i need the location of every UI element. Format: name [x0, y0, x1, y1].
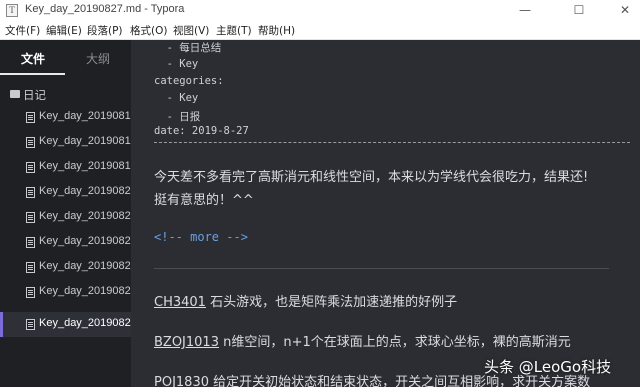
sidebar: 文件 大纲 日记 Key_day_20190817 Key_day_201908… [0, 40, 131, 387]
title-bar: T Key_day_20190827.md - Typora — ☐ ✕ [0, 0, 640, 21]
paragraph-line: 挺有意思的！^^ [154, 193, 254, 208]
problem-desc: 石头游戏，也是矩阵乘法加速递推的好例子 [205, 295, 458, 310]
scrollbar[interactable] [632, 40, 640, 387]
minimize-button[interactable]: — [502, 0, 548, 21]
front-matter-line: categories: [154, 75, 224, 87]
problem-desc: n维空间，n+1个在球面上的点，求球心坐标，裸的高斯消元 [218, 335, 571, 350]
document-icon [26, 237, 35, 248]
file-item[interactable]: Key_day_20190826 [0, 280, 131, 305]
menu-theme[interactable]: 主题(T) [216, 23, 252, 38]
more-comment: <!-- more --> [154, 230, 248, 244]
document-icon [26, 162, 35, 173]
file-name: Key_day_20190820 [39, 185, 131, 197]
document-icon [26, 187, 35, 198]
document-icon [26, 137, 35, 148]
menu-format[interactable]: 格式(O) [130, 23, 167, 38]
front-matter-line: - Key [154, 92, 199, 104]
file-item[interactable]: Key_day_20190821 [0, 205, 131, 230]
front-matter-line: - 日报 [154, 111, 201, 123]
file-name: Key_day_20190821 [39, 210, 131, 222]
menu-paragraph[interactable]: 段落(P) [87, 23, 123, 38]
problem-link[interactable]: CH3401 [154, 295, 206, 310]
file-item[interactable]: Key_day_20190820 [0, 180, 131, 205]
file-name: Key_day_20190822 [39, 235, 131, 247]
document-icon [26, 112, 35, 123]
problem-link[interactable]: POJ1830 [154, 375, 209, 387]
menu-bar: 文件(F) 编辑(E) 段落(P) 格式(O) 视图(V) 主题(T) 帮助(H… [0, 21, 640, 40]
file-name: Key_day_20190818 [39, 135, 131, 147]
sidebar-tabs: 文件 大纲 [0, 40, 131, 76]
active-file-marker [0, 312, 3, 337]
folder-diary[interactable]: 日记 [10, 87, 46, 103]
active-tab-indicator [0, 73, 65, 75]
file-name: Key_day_20190817 [39, 110, 131, 122]
maximize-button[interactable]: ☐ [556, 0, 602, 21]
file-item[interactable]: Key_day_20190822 [0, 230, 131, 255]
watermark: 头条 @LeoGo科技 [484, 358, 612, 376]
tab-outline[interactable]: 大纲 [86, 50, 110, 67]
file-item[interactable]: Key_day_20190819 [0, 155, 131, 180]
front-matter-line: - Key [154, 58, 199, 70]
menu-edit[interactable]: 编辑(E) [46, 23, 82, 38]
close-button[interactable]: ✕ [602, 0, 640, 21]
front-matter-line: - 每日总结 [154, 42, 222, 54]
typora-app-icon: T [6, 4, 18, 17]
file-item-active[interactable]: Key_day_20190827 [0, 312, 131, 337]
horizontal-rule [154, 268, 609, 269]
menu-view[interactable]: 视图(V) [173, 23, 209, 38]
file-item[interactable]: Key_day_20190823 [0, 255, 131, 280]
problem-link[interactable]: BZOJ1013 [154, 335, 219, 350]
front-matter-divider [154, 142, 630, 143]
file-name: Key_day_20190826 [39, 285, 131, 297]
document-icon [26, 319, 35, 330]
document-icon [26, 212, 35, 223]
window-title: Key_day_20190827.md - Typora [25, 3, 185, 15]
document-icon [26, 287, 35, 298]
file-name: Key_day_20190827 [39, 317, 131, 329]
file-name: Key_day_20190819 [39, 160, 131, 172]
list-item: BZOJ1013 n维空间，n+1个在球面上的点，求球心坐标，裸的高斯消元 [154, 331, 571, 350]
file-name: Key_day_20190823 [39, 260, 131, 272]
tab-files[interactable]: 文件 [21, 50, 45, 67]
document-icon [26, 262, 35, 273]
list-item: CH3401 石头游戏，也是矩阵乘法加速递推的好例子 [154, 291, 457, 310]
folder-icon [10, 90, 20, 98]
file-item[interactable]: Key_day_20190817 [0, 105, 131, 130]
folder-label: 日记 [23, 88, 46, 102]
paragraph-line: 今天差不多看完了高斯消元和线性空间，本来以为学线代会很吃力，结果还! [154, 170, 589, 185]
file-item[interactable]: Key_day_20190818 [0, 130, 131, 155]
menu-help[interactable]: 帮助(H) [258, 23, 295, 38]
editor-pane[interactable]: - 每日总结 - Key categories: - Key - 日报 date… [131, 40, 640, 387]
front-matter-line: date: 2019-8-27 [154, 125, 249, 137]
menu-file[interactable]: 文件(F) [5, 23, 40, 38]
